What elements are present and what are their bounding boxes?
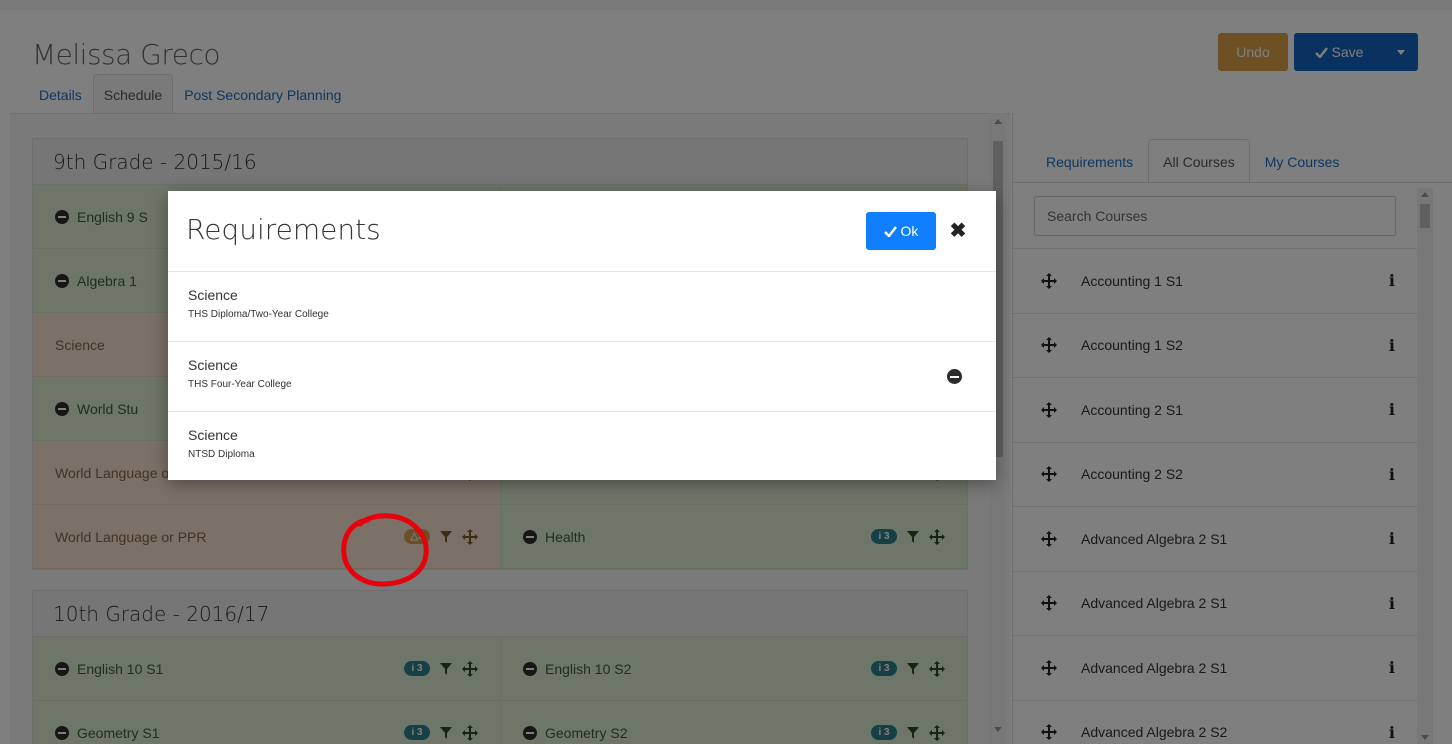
ok-label: Ok xyxy=(900,223,919,239)
requirement-name: Science xyxy=(188,427,238,443)
requirement-plan: THS Four-Year College xyxy=(188,379,292,390)
requirement-name: Science xyxy=(188,287,238,303)
check-icon xyxy=(883,225,897,237)
requirement-item[interactable]: Science THS Diploma/Two-Year College xyxy=(168,272,996,342)
requirement-item[interactable]: Science THS Four-Year College xyxy=(168,342,996,412)
dialog-title: Requirements xyxy=(186,213,381,246)
requirement-item[interactable]: Science NTSD Diploma xyxy=(168,412,996,482)
requirement-name: Science xyxy=(188,357,238,373)
requirement-plan: NTSD Diploma xyxy=(188,449,255,460)
remove-requirement-icon[interactable] xyxy=(947,369,962,384)
requirement-plan: THS Diploma/Two-Year College xyxy=(188,309,329,320)
annotation-circle xyxy=(341,513,429,587)
close-icon[interactable]: ✖ xyxy=(948,221,968,241)
ok-button[interactable]: Ok xyxy=(866,212,936,250)
requirements-dialog: Requirements Ok ✖ Science THS Diploma/Tw… xyxy=(168,191,996,480)
dialog-header: Requirements Ok ✖ xyxy=(168,191,996,272)
window-top-strip xyxy=(0,0,1452,10)
